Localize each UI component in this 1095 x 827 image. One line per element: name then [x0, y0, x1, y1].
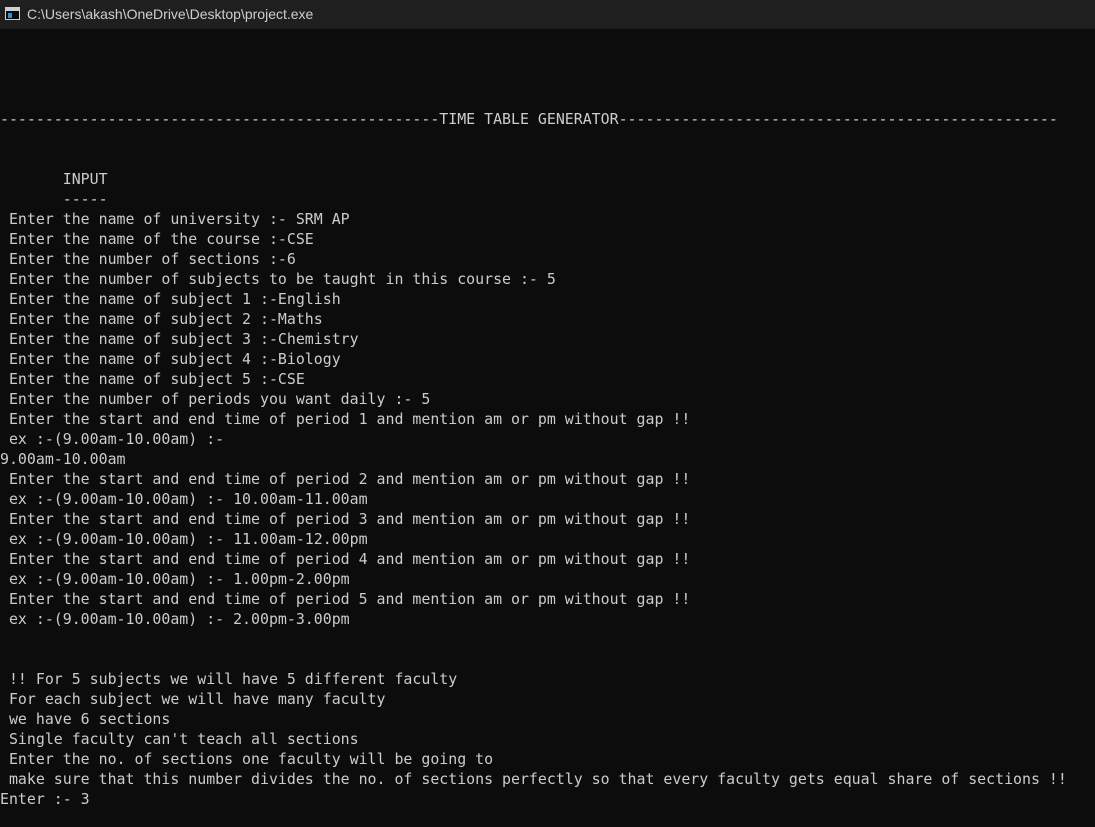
window-title: C:\Users\akash\OneDrive\Desktop\project.…: [27, 6, 314, 22]
console-line: Single faculty can't teach all sections: [0, 730, 359, 748]
console-line: Enter the name of subject 4 :-Biology: [0, 350, 341, 368]
console-line: -----: [0, 190, 108, 208]
console-line: Enter the no. of sections one faculty wi…: [0, 750, 494, 768]
console-line: ex :-(9.00am-10.00am) :-: [0, 430, 225, 448]
console-line: ex :-(9.00am-10.00am) :- 10.00am-11.00am: [0, 490, 368, 508]
console-line: For each subject we will have many facul…: [0, 690, 386, 708]
console-line: Enter the name of subject 1 :-English: [0, 290, 341, 308]
console-line: Enter the start and end time of period 1…: [0, 410, 691, 428]
title-bar[interactable]: C:\Users\akash\OneDrive\Desktop\project.…: [0, 0, 1095, 29]
console-window: C:\Users\akash\OneDrive\Desktop\project.…: [0, 0, 1095, 827]
console-line: we have 6 sections: [0, 710, 171, 728]
console-output[interactable]: ----------------------------------------…: [0, 49, 1095, 827]
console-app-icon[interactable]: [5, 7, 20, 20]
console-line: Enter the name of subject 2 :-Maths: [0, 310, 323, 328]
console-line: Enter the start and end time of period 3…: [0, 510, 691, 528]
console-line: Enter the name of subject 3 :-Chemistry: [0, 330, 359, 348]
console-line: ex :-(9.00am-10.00am) :- 1.00pm-2.00pm: [0, 570, 350, 588]
console-line: Enter the name of university :- SRM AP: [0, 210, 350, 228]
console-line: Enter the start and end time of period 5…: [0, 590, 691, 608]
console-line: ex :-(9.00am-10.00am) :- 2.00pm-3.00pm: [0, 610, 350, 628]
console-line: Enter the start and end time of period 4…: [0, 550, 691, 568]
console-line: Enter the number of subjects to be taugh…: [0, 270, 556, 288]
console-line: Enter the number of sections :-6: [0, 250, 296, 268]
console-line: Enter the number of periods you want dai…: [0, 390, 431, 408]
console-line: 9.00am-10.00am: [0, 450, 126, 468]
console-line: ex :-(9.00am-10.00am) :- 11.00am-12.00pm: [0, 530, 368, 548]
console-line: INPUT: [0, 170, 108, 188]
console-line: ----------------------------------------…: [0, 110, 1058, 128]
console-line: !! For 5 subjects we will have 5 differe…: [0, 670, 458, 688]
console-line: Enter the name of subject 5 :-CSE: [0, 370, 305, 388]
console-line: Enter the start and end time of period 2…: [0, 470, 691, 488]
console-line: Enter the name of the course :-CSE: [0, 230, 314, 248]
console-line: make sure that this number divides the n…: [0, 770, 1067, 788]
console-line: Enter :- 3: [0, 790, 90, 808]
